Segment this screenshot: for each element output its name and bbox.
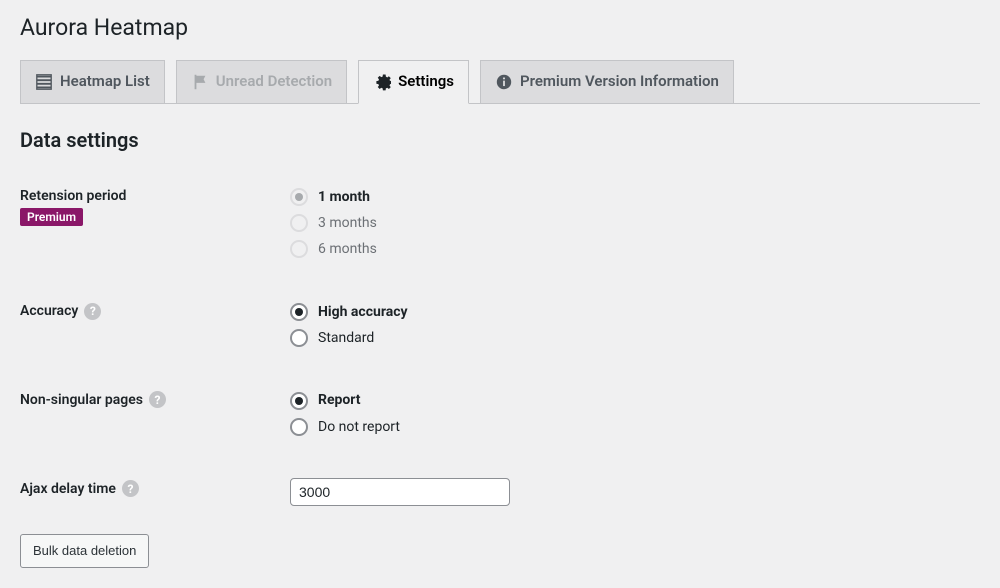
row-accuracy: Accuracy ? High accuracy Standard xyxy=(20,283,980,372)
settings-form: Retension period Premium 1 month 3 month… xyxy=(20,168,980,525)
gear-icon xyxy=(373,73,391,91)
retention-label: Retension period xyxy=(20,188,126,204)
tab-heatmap-list[interactable]: Heatmap List xyxy=(20,60,165,103)
list-icon xyxy=(35,73,53,91)
row-nonsingular: Non-singular pages ? Report Do not repor… xyxy=(20,371,980,460)
retention-radio-3months xyxy=(290,214,308,232)
retention-radio-1month xyxy=(290,188,308,206)
retention-option-label: 3 months xyxy=(318,212,377,234)
row-ajax-delay: Ajax delay time ? xyxy=(20,460,980,524)
retention-radio-6months xyxy=(290,240,308,258)
info-icon xyxy=(495,73,513,91)
flag-icon xyxy=(191,73,209,91)
tab-settings[interactable]: Settings xyxy=(358,60,469,104)
accuracy-option-label: High accuracy xyxy=(318,301,408,323)
nonsingular-radio-noreport[interactable] xyxy=(290,418,308,436)
tab-premium-info[interactable]: Premium Version Information xyxy=(480,60,734,103)
help-icon[interactable]: ? xyxy=(122,480,139,497)
section-title: Data settings xyxy=(20,128,980,152)
help-icon[interactable]: ? xyxy=(84,303,101,320)
nonsingular-option-label: Report xyxy=(318,389,361,411)
bulk-delete-button[interactable]: Bulk data deletion xyxy=(20,534,149,568)
nonsingular-option-label: Do not report xyxy=(318,416,400,438)
accuracy-option-label: Standard xyxy=(318,327,374,349)
retention-option-label: 6 months xyxy=(318,238,377,260)
accuracy-label: Accuracy xyxy=(20,303,78,319)
nonsingular-label: Non-singular pages xyxy=(20,392,143,408)
accuracy-radio-standard[interactable] xyxy=(290,329,308,347)
tab-label: Unread Detection xyxy=(216,69,332,95)
tab-nav: Heatmap List Unread Detection Settings P… xyxy=(20,51,980,104)
retention-option-label: 1 month xyxy=(318,186,370,208)
tab-label: Settings xyxy=(398,69,454,95)
accuracy-radio-high[interactable] xyxy=(290,303,308,321)
page-title: Aurora Heatmap xyxy=(20,0,980,51)
help-icon[interactable]: ? xyxy=(149,391,166,408)
premium-badge: Premium xyxy=(20,208,83,226)
ajax-delay-input[interactable] xyxy=(290,478,510,506)
tab-label: Premium Version Information xyxy=(520,69,719,95)
tab-unread-detection[interactable]: Unread Detection xyxy=(176,60,347,103)
tab-label: Heatmap List xyxy=(60,69,150,95)
ajax-delay-label: Ajax delay time xyxy=(20,481,116,497)
nonsingular-radio-report[interactable] xyxy=(290,392,308,410)
row-retention: Retension period Premium 1 month 3 month… xyxy=(20,168,980,283)
